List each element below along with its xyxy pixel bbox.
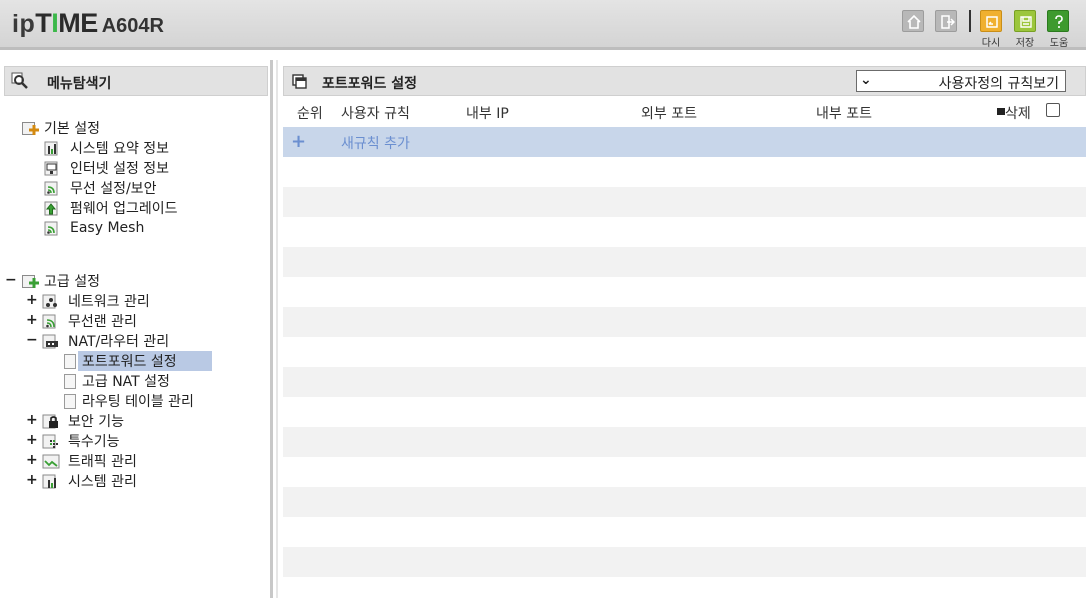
header-separator [969, 10, 971, 32]
tree-internet-info[interactable]: 인터넷 설정 정보 [44, 158, 173, 178]
page-icon [64, 373, 76, 389]
restart-label: 다시 [981, 38, 1001, 49]
add-rule-row[interactable]: + 새규칙 추가 [283, 127, 1086, 157]
table-row [283, 337, 1086, 367]
menu-explorer-title: 메뉴탐색기 [47, 76, 112, 92]
select-all-checkbox[interactable] [1046, 103, 1060, 117]
col-external-port: 외부 포트 [641, 106, 697, 122]
table-row [283, 187, 1086, 217]
tree-firmware-upgrade[interactable]: 펌웨어 업그레이드 [44, 198, 182, 218]
tree-advanced-nat[interactable]: 고급 NAT 설정 [64, 371, 174, 391]
wireless-icon [44, 221, 58, 236]
table-row [283, 487, 1086, 517]
chevron-down-icon: ⌄ [860, 72, 872, 88]
monitor-icon [44, 161, 58, 176]
page-title: 포트포워드 설정 [322, 76, 418, 92]
help-icon [1055, 15, 1063, 28]
special-expand-toggle[interactable]: + [26, 432, 38, 448]
upgrade-arrow-icon [44, 201, 58, 216]
folder-settings-icon [22, 120, 40, 136]
tree-basic-settings[interactable]: 기본 설정 [22, 118, 100, 138]
tree-advanced-settings[interactable]: 고급 설정 [22, 271, 100, 291]
table-row [283, 547, 1086, 577]
col-user-rule: 사용자 규칙 [341, 106, 410, 122]
table-row [283, 247, 1086, 277]
tree-wlan-management[interactable]: 무선랜 관리 [42, 311, 141, 331]
page-icon [64, 353, 76, 369]
tree-system-summary[interactable]: 시스템 요약 정보 [44, 138, 173, 158]
table-row [283, 277, 1086, 307]
menu-explorer-header: 메뉴탐색기 [4, 66, 268, 96]
delete-marker-icon [997, 108, 1005, 115]
col-rank: 순위 [297, 106, 323, 122]
help-label: 도움 [1049, 38, 1069, 49]
tree-routing-table[interactable]: 라우팅 테이블 관리 [64, 391, 198, 411]
tree-security[interactable]: 보안 기능 [42, 411, 128, 431]
traffic-expand-toggle[interactable]: + [26, 452, 38, 468]
table-row [283, 217, 1086, 247]
panel-divider-shadow [276, 60, 278, 598]
col-internal-ip: 내부 IP [466, 106, 509, 122]
table-row [283, 157, 1086, 187]
col-delete: 삭제 [1005, 106, 1031, 122]
home-button[interactable] [902, 10, 924, 32]
logout-icon [941, 15, 955, 29]
wireless-icon [44, 181, 58, 196]
view-rules-select[interactable]: ⌄ 사용자정의 규칙보기 [856, 70, 1066, 92]
view-rules-value: 사용자정의 규칙보기 [938, 76, 1059, 92]
logout-button[interactable] [935, 10, 957, 32]
wlan-expand-toggle[interactable]: + [26, 312, 38, 328]
line-chart-icon [42, 454, 60, 469]
system-expand-toggle[interactable]: + [26, 472, 38, 488]
table-row [283, 427, 1086, 457]
col-internal-port: 내부 포트 [816, 106, 872, 122]
port-forward-header: 포트포워드 설정 ⌄ 사용자정의 규칙보기 [283, 66, 1086, 96]
wireless-icon [42, 314, 56, 329]
tree-traffic-management[interactable]: 트래픽 관리 [42, 451, 141, 471]
grid-icon [42, 434, 58, 449]
plus-icon: + [291, 131, 307, 152]
tree-nat-router[interactable]: NAT/라우터 관리 [42, 331, 173, 351]
tree-wireless-security[interactable]: 무선 설정/보안 [44, 178, 160, 198]
table-row [283, 577, 1086, 598]
lock-icon [42, 414, 58, 429]
save-label: 저장 [1015, 38, 1035, 49]
save-button[interactable] [1014, 10, 1036, 32]
add-rule-link[interactable]: 새규칙 추가 [341, 133, 410, 153]
table-row [283, 517, 1086, 547]
tree-special-functions[interactable]: 특수기능 [42, 431, 124, 451]
tree-easy-mesh[interactable]: Easy Mesh [44, 218, 148, 238]
tree-network-management[interactable]: 네트워크 관리 [42, 291, 154, 311]
logo-time-text: TIME [35, 8, 98, 38]
help-button[interactable] [1047, 10, 1069, 32]
folder-advanced-icon [22, 273, 40, 289]
restart-icon [986, 16, 998, 28]
table-row [283, 307, 1086, 337]
logo-ip-text: ip [12, 10, 36, 38]
advanced-collapse-toggle[interactable]: − [5, 272, 17, 288]
router-icon [42, 334, 58, 349]
tree-port-forward[interactable]: 포트포워드 설정 [64, 351, 212, 371]
save-icon [1020, 16, 1032, 28]
rules-table-header: 순위 사용자 규칙 내부 IP 외부 포트 내부 포트 삭제 [283, 99, 1086, 125]
magnifier-icon [11, 72, 28, 89]
iptime-logo: ip TIME A604R [12, 8, 164, 39]
window-icon [292, 74, 307, 89]
table-row [283, 457, 1086, 487]
network-expand-toggle[interactable]: + [26, 292, 38, 308]
nat-collapse-toggle[interactable]: − [26, 332, 38, 348]
table-row [283, 367, 1086, 397]
table-row [283, 397, 1086, 427]
home-icon [907, 14, 921, 29]
panel-divider[interactable] [270, 60, 273, 598]
model-name: A604R [101, 15, 164, 37]
network-icon [42, 294, 57, 309]
restart-button[interactable] [980, 10, 1002, 32]
security-expand-toggle[interactable]: + [26, 412, 38, 428]
top-header: ip TIME A604R 다시 저장 도움 [0, 0, 1086, 50]
tree-system-management[interactable]: 시스템 관리 [42, 471, 141, 491]
bar-chart-icon [42, 474, 56, 489]
bar-chart-icon [44, 141, 58, 156]
page-icon [64, 393, 76, 409]
